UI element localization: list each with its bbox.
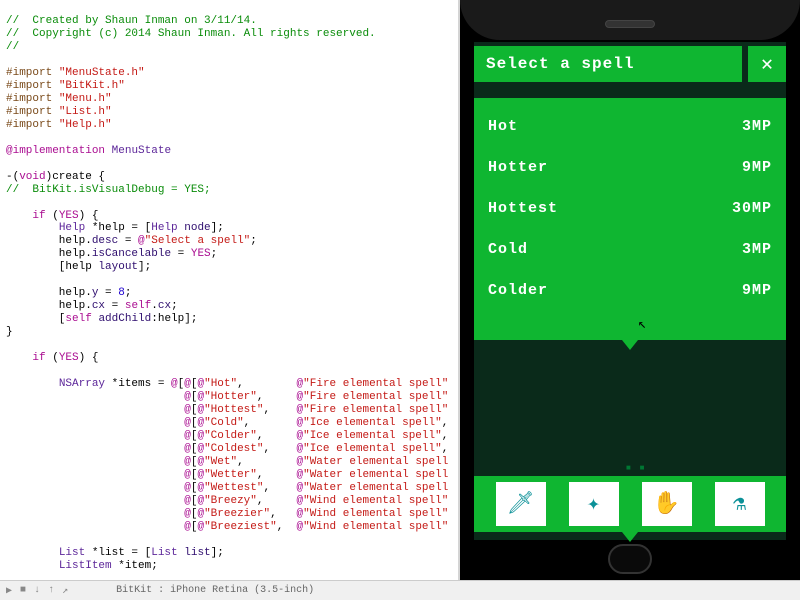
code-line: NSArray *items = @[@[@"Hot", @"Fire elem… [6,378,448,390]
code-line: help.isCancelable = YES; [6,248,217,260]
code-line: @[@"Breeziest", @"Wind elemental spell" [6,521,448,533]
tool-sparkle-button[interactable]: ✦ [569,482,619,526]
chevron-down-icon [622,340,638,350]
hand-icon: ✋ [653,491,680,517]
method-sig: -(void)create { [6,171,105,183]
list-item[interactable]: Hot 3MP [474,106,786,147]
close-icon: ✕ [761,51,773,77]
tool-sword-button[interactable]: 🗡 [496,482,546,526]
item-cost: 3MP [742,118,772,135]
pause-icon[interactable]: ■ [20,585,26,596]
cursor-icon: ↖ [638,316,646,333]
code-line: help.y = 8; [6,287,131,299]
import-line: #import "Menu.h" [6,93,112,105]
code-line: @[@"Wet", @"Water elemental spell [6,456,448,468]
code-line: @[@"Cold", @"Ice elemental spell", [6,417,448,429]
comment-line: // Copyright (c) 2014 Shaun Inman. All r… [6,28,376,40]
phone-bezel-top [460,0,800,40]
code-line: [help layout]; [6,261,151,273]
close-button[interactable]: ✕ [748,46,786,82]
code-line: Help *help = [Help node]; [6,222,224,234]
item-label: Hot [488,118,518,135]
step-out-icon[interactable]: ↗ [62,585,68,597]
code-line: @[@"Wettest", @"Water elemental spell [6,482,448,494]
list-item[interactable]: Hottest 30MP [474,188,786,229]
item-cost: 9MP [742,282,772,299]
import-line: #import "Help.h" [6,119,112,131]
item-cost: 9MP [742,159,772,176]
title-bar: Select a spell [474,46,742,82]
toolbar: 🗡 ✦ ✋ ⚗ [474,476,786,532]
list-item[interactable]: Colder 9MP [474,270,786,311]
code-line: help.cx = self.cx; [6,300,178,312]
status-text: BitKit : iPhone Retina (3.5-inch) [116,585,314,596]
code-line: @[@"Colder", @"Ice elemental spell", [6,430,448,442]
chevron-down-icon [622,532,638,542]
title-row: Select a spell ✕ [474,46,786,82]
list-item[interactable]: Cold 3MP [474,229,786,270]
home-button[interactable] [608,544,652,574]
import-line: #import "List.h" [6,106,112,118]
code-line: @[@"Coldest", @"Ice elemental spell", [6,443,448,455]
step-icon[interactable]: ↓ [34,585,40,596]
code-line: @[@"Hottest", @"Fire elemental spell" [6,404,448,416]
sparkle-icon: ✦ [587,491,600,517]
item-label: Cold [488,241,528,258]
code-line: @[@"Wetter", @"Water elemental spell [6,469,448,481]
item-cost: 3MP [742,241,772,258]
title-text: Select a spell [486,55,634,73]
speaker-icon [605,20,655,28]
sword-icon: 🗡 [507,491,535,517]
tool-hand-button[interactable]: ✋ [642,482,692,526]
list-item[interactable]: Hotter 9MP [474,147,786,188]
code-line: @[@"Hotter", @"Fire elemental spell" [6,391,448,403]
comment-line: // [6,41,19,53]
spell-list[interactable]: Hot 3MP Hotter 9MP Hottest 30MP Cold 3MP Col… [474,98,786,340]
status-bar: ▶ ■ ↓ ↑ ↗ BitKit : iPhone Retina (3.5-in… [0,580,800,600]
tool-potion-button[interactable]: ⚗ [715,482,765,526]
import-line: #import "MenuState.h" [6,67,145,79]
potion-icon: ⚗ [733,491,746,517]
import-line: #import "BitKit.h" [6,80,125,92]
code-line: @[@"Breezy", @"Wind elemental spell" [6,495,448,507]
item-label: Hottest [488,200,558,217]
code-line: @[@"Breezier", @"Wind elemental spell" [6,508,448,520]
item-cost: 30MP [732,200,772,217]
item-label: Hotter [488,159,548,176]
item-label: Colder [488,282,548,299]
code-line: if (YES) { [6,210,98,222]
code-line: if (YES) { [6,352,98,364]
implementation-line: @implementation MenuState [6,145,171,157]
comment-line: // BitKit.isVisualDebug = YES; [6,184,211,196]
step-over-icon[interactable]: ↑ [48,585,54,596]
code-line: help.desc = @"Select a spell"; [6,235,257,247]
code-editor[interactable]: // Created by Shaun Inman on 3/11/14. //… [0,0,458,580]
code-line: [self addChild:help]; [6,313,197,325]
code-line: List *list = [List list]; [6,547,224,559]
simulator-panel: Select a spell ✕ Hot 3MP Hotter 9MP Hottes… [460,0,800,580]
comment-line: // Created by Shaun Inman on 3/11/14. [6,15,257,27]
page-dots: ■ ■ [626,464,646,473]
code-line: } [6,326,13,338]
play-icon[interactable]: ▶ [6,585,12,597]
code-line: ListItem *item; [6,560,158,572]
